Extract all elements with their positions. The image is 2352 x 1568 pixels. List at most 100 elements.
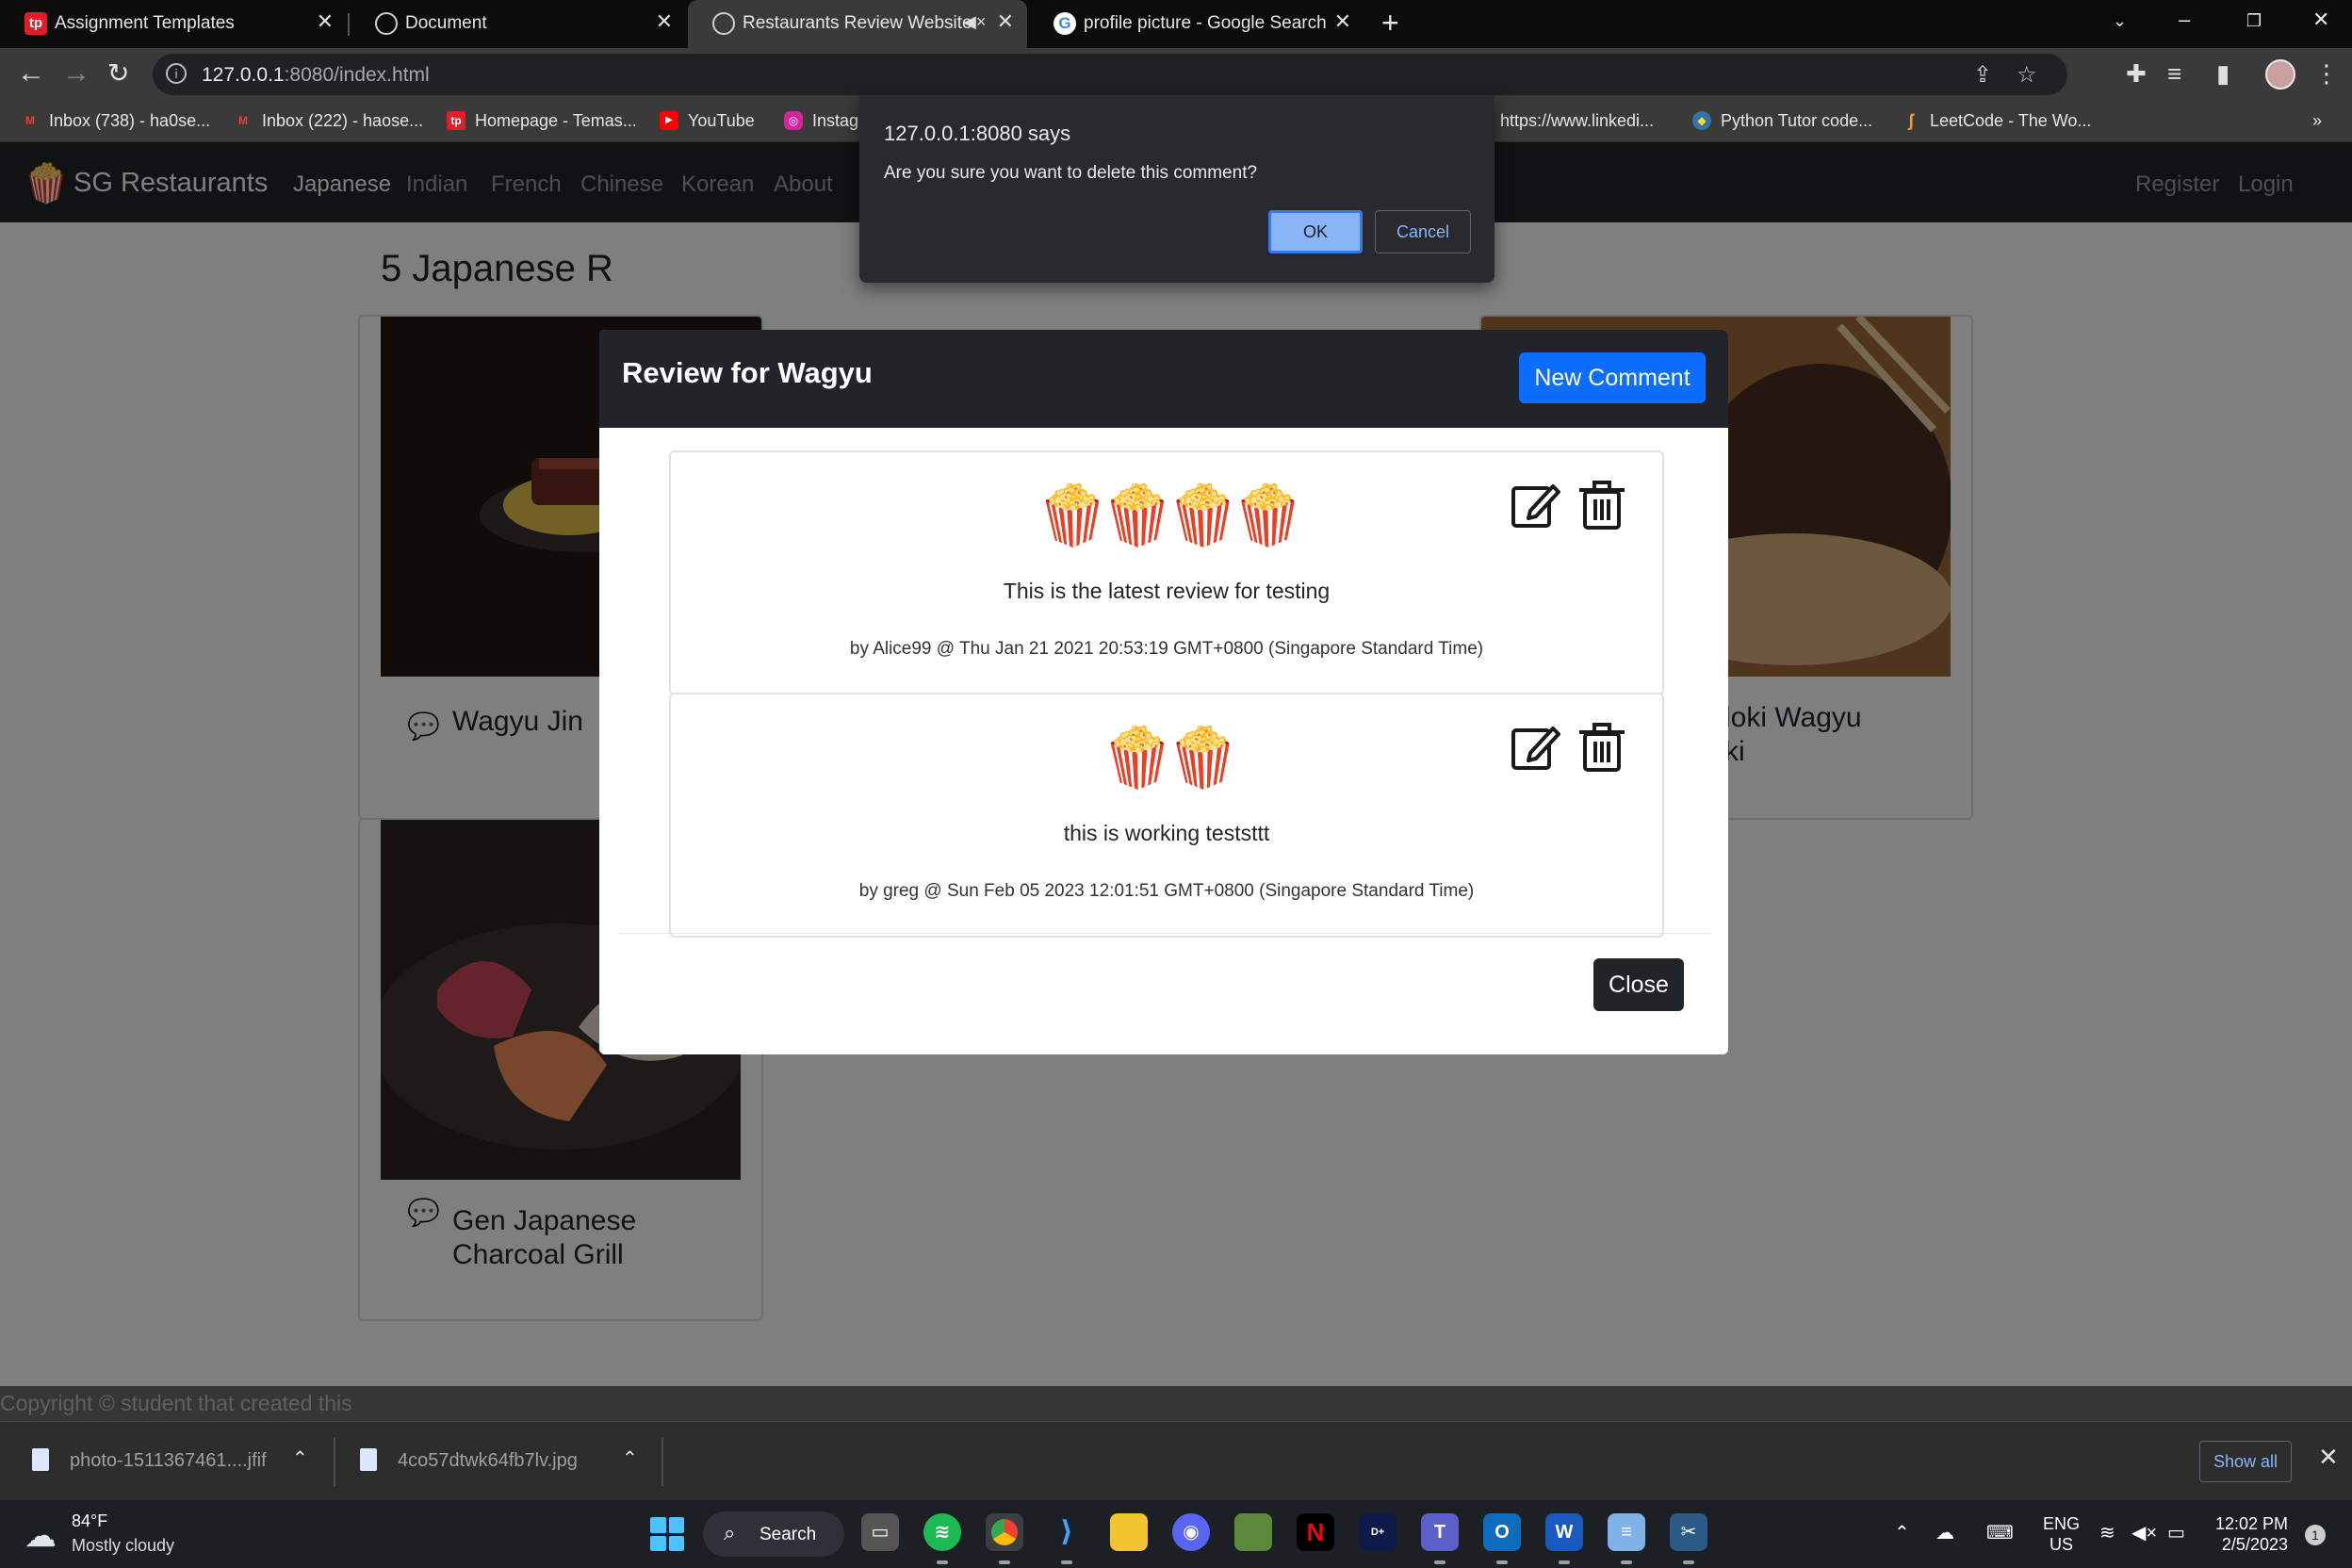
site-info-icon[interactable]: i xyxy=(166,63,187,84)
media-control-icon[interactable]: ≡ xyxy=(2167,59,2181,89)
menu-kebab-icon[interactable]: ⋮ xyxy=(2314,59,2339,89)
keyboard-icon[interactable]: ⌨ xyxy=(1986,1521,2014,1544)
spotify-icon[interactable]: ≋ xyxy=(923,1513,961,1564)
bookmark-leetcode[interactable]: ʃ LeetCode - The Wo... xyxy=(1902,108,2091,133)
bookmarks-overflow-button[interactable]: » xyxy=(2312,108,2322,133)
gmail-icon: M xyxy=(25,114,35,127)
weather-condition[interactable]: Mostly cloudy xyxy=(72,1536,174,1556)
speaker-muted-icon[interactable]: ◀× xyxy=(2132,1521,2157,1544)
dialog-message: Are you sure you want to delete this com… xyxy=(884,163,1258,183)
notepad-icon[interactable]: ≡ xyxy=(1608,1513,1645,1564)
close-tab-icon[interactable]: ✕ xyxy=(1334,9,1351,34)
new-comment-button[interactable]: New Comment xyxy=(1519,352,1706,403)
tab-document[interactable]: Document ✕ xyxy=(351,0,686,48)
review-meta: by greg @ Sun Feb 05 2023 12:01:51 GMT+0… xyxy=(858,881,1475,901)
close-window-icon[interactable]: ✕ xyxy=(2312,8,2329,32)
chevron-up-tray-icon[interactable]: ⌃ xyxy=(1894,1521,1910,1544)
minecraft-icon[interactable] xyxy=(1234,1513,1272,1551)
browser-toolbar: ← → ↻ i 127.0.0.1:8080/index.html ☆ ⇪ ✚ … xyxy=(0,48,2352,101)
instagram-icon: ◎ xyxy=(784,111,803,130)
forward-arrow-icon[interactable]: → xyxy=(62,57,90,90)
bookmark-linkedin[interactable]: https://www.linkedi... xyxy=(1479,108,1654,133)
popcorn-icon: 🍿 xyxy=(1167,726,1239,791)
notification-badge[interactable]: 1 xyxy=(2305,1525,2326,1545)
profile-avatar[interactable] xyxy=(2265,59,2295,90)
search-icon: ⌕ xyxy=(724,1521,736,1544)
weather-temp[interactable]: 84°F xyxy=(72,1511,107,1531)
task-view-icon[interactable]: ▭ xyxy=(861,1513,899,1551)
tab-title: Restaurants Review Website xyxy=(743,13,972,33)
chrome-icon[interactable] xyxy=(986,1513,1023,1564)
reload-icon[interactable]: ↻ xyxy=(107,57,129,89)
download-item[interactable]: 4co57dtwk64fb7lv.jpg ⌃ xyxy=(337,1422,660,1501)
system-clock[interactable]: 12:02 PM 2/5/2023 xyxy=(2211,1513,2288,1555)
youtube-icon: ▶ xyxy=(660,111,678,130)
teams-icon[interactable]: T xyxy=(1421,1513,1459,1564)
edit-icon[interactable] xyxy=(1510,479,1562,531)
star-bookmark-icon[interactable]: ☆ xyxy=(2017,61,2037,89)
netflix-icon[interactable]: N xyxy=(1297,1513,1334,1551)
side-panel-icon[interactable]: ▮ xyxy=(2216,59,2230,89)
download-filename: 4co57dtwk64fb7lv.jpg xyxy=(398,1450,578,1471)
trash-icon[interactable] xyxy=(1576,721,1628,774)
mute-icon[interactable]: ◀× xyxy=(963,12,986,32)
bookmark-homepage[interactable]: tp Homepage - Temas... xyxy=(447,108,637,133)
tab-search-chevron-icon[interactable]: ⌄ xyxy=(2113,11,2127,31)
cancel-button[interactable]: Cancel xyxy=(1375,210,1471,253)
chevron-up-icon[interactable]: ⌃ xyxy=(292,1446,308,1470)
popcorn-icon: 🍿 xyxy=(1036,483,1109,548)
battery-icon[interactable]: ▭ xyxy=(2167,1521,2185,1544)
modal-header: Review for Wagyu New Comment xyxy=(599,330,1728,428)
close-downloads-icon[interactable]: ✕ xyxy=(2318,1443,2339,1472)
snipping-tool-icon[interactable]: ✂ xyxy=(1670,1513,1707,1564)
taskbar-search[interactable]: ⌕ Search xyxy=(703,1511,844,1557)
bookmark-python-tutor[interactable]: ◆ Python Tutor code... xyxy=(1692,108,1872,133)
new-tab-plus-icon[interactable]: + xyxy=(1381,6,1399,41)
download-item[interactable]: photo-1511367461....jfif ⌃ xyxy=(0,1422,332,1501)
trash-icon[interactable] xyxy=(1576,479,1628,531)
dialog-title: 127.0.0.1:8080 says xyxy=(884,122,1071,145)
restore-icon[interactable]: ❐ xyxy=(2246,11,2262,31)
bookmark-gmail-inbox-1[interactable]: M Inbox (738) - ha0se... xyxy=(21,108,210,133)
address-bar[interactable]: i 127.0.0.1:8080/index.html ☆ ⇪ xyxy=(153,54,2067,95)
wifi-icon[interactable]: ≋ xyxy=(2099,1521,2115,1544)
chevron-up-icon[interactable]: ⌃ xyxy=(622,1446,638,1470)
bookmark-label: YouTube xyxy=(688,110,755,130)
disney-plus-icon[interactable]: D+ xyxy=(1359,1513,1396,1551)
windows-start-icon[interactable] xyxy=(650,1517,684,1551)
word-icon[interactable]: W xyxy=(1545,1513,1583,1564)
popcorn-icon: 🍿 xyxy=(1167,483,1239,548)
tab-google-search[interactable]: G profile picture - Google Search ✕ xyxy=(1029,0,1364,48)
popcorn-icon: 🍿 xyxy=(1101,726,1174,791)
cloud-weather-icon[interactable]: ☁ xyxy=(24,1517,57,1555)
bookmark-gmail-inbox-2[interactable]: M Inbox (222) - haose... xyxy=(234,108,423,133)
back-arrow-icon[interactable]: ← xyxy=(17,57,45,90)
close-tab-icon[interactable]: ✕ xyxy=(317,9,334,34)
tab-assignment-templates[interactable]: tp Assignment Templates ✕ xyxy=(0,0,347,48)
close-tab-icon[interactable]: ✕ xyxy=(656,9,673,34)
tab-title: Assignment Templates xyxy=(55,13,235,33)
review-item: 🍿🍿 this is working teststtt by greg @ Su… xyxy=(669,693,1664,938)
bookmark-label: Inbox (738) - ha0se... xyxy=(49,110,211,130)
outlook-icon[interactable]: O xyxy=(1483,1513,1521,1564)
close-tab-icon[interactable]: ✕ xyxy=(997,9,1014,34)
close-button[interactable]: Close xyxy=(1593,958,1684,1011)
url-text: 127.0.0.1:8080/index.html xyxy=(202,64,430,86)
onedrive-cloud-icon[interactable]: ☁ xyxy=(1936,1521,1954,1544)
bookmark-youtube[interactable]: ▶ YouTube xyxy=(660,108,755,133)
edit-icon[interactable] xyxy=(1510,721,1562,774)
extensions-puzzle-icon[interactable]: ✚ xyxy=(2126,59,2147,89)
vscode-icon[interactable]: ⟩ xyxy=(1048,1513,1086,1564)
discord-icon[interactable]: ◉ xyxy=(1172,1513,1210,1551)
bookmark-instagram[interactable]: ◎ Instag xyxy=(784,108,858,133)
confirm-dialog: 127.0.0.1:8080 says Are you sure you wan… xyxy=(859,95,1494,283)
tab-strip: tp Assignment Templates ✕ Document ✕ Res… xyxy=(0,0,2352,48)
ok-button[interactable]: OK xyxy=(1268,210,1363,253)
tab-restaurants-review[interactable]: Restaurants Review Website ◀× ✕ xyxy=(688,0,1027,48)
minimize-icon[interactable]: – xyxy=(2179,8,2190,32)
show-all-button[interactable]: Show all xyxy=(2199,1441,2292,1482)
tp-icon: tp xyxy=(447,111,466,130)
language-indicator[interactable]: ENG US xyxy=(2043,1513,2080,1555)
share-icon[interactable]: ⇪ xyxy=(1973,61,1992,89)
file-explorer-icon[interactable] xyxy=(1110,1513,1148,1551)
